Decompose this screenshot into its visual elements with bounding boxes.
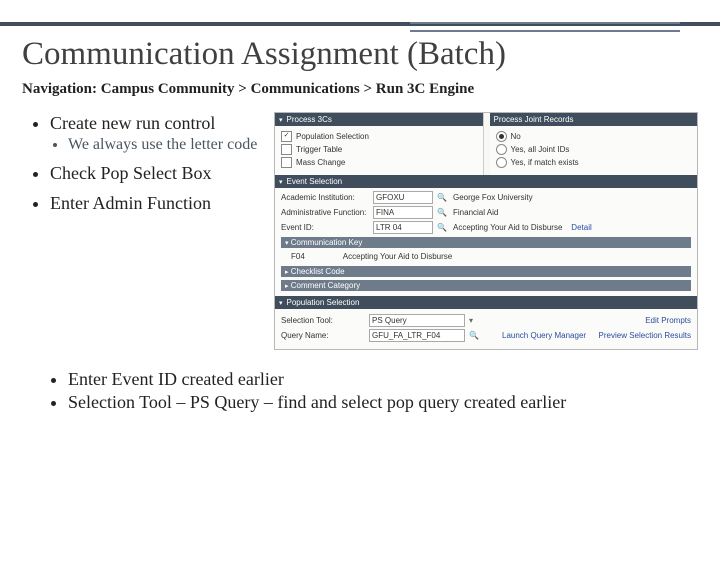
value-event-desc: Accepting Your Aid to Disburse: [453, 223, 562, 232]
slide-title: Communication Assignment (Batch): [0, 26, 720, 77]
value-admin-func-desc: Financial Aid: [453, 208, 691, 217]
radio-yes-if-match[interactable]: [496, 157, 507, 168]
section-event-selection: ▾ Event Selection: [275, 175, 697, 188]
comm-key-code: F04: [291, 252, 305, 261]
value-institution-desc: George Fox University: [453, 193, 691, 202]
label-population-selection: Population Selection: [296, 132, 369, 141]
collapse-icon[interactable]: ▾: [279, 299, 283, 307]
subsection-comment-category[interactable]: ▸ Comment Category: [281, 280, 691, 291]
app-screenshot: ▾ Process 3Cs ✓ Population Selection Tri…: [274, 112, 698, 350]
input-event-id[interactable]: LTR 04: [373, 221, 433, 234]
link-detail[interactable]: Detail: [571, 223, 591, 232]
subsection-communication-key[interactable]: ▾ Communication Key: [281, 237, 691, 248]
radio-yes-all[interactable]: [496, 144, 507, 155]
header-rule: [0, 22, 720, 26]
bullet-check-pop-select: Check Pop Select Box: [50, 162, 262, 185]
section-population-selection: ▾ Population Selection: [275, 296, 697, 309]
radio-no[interactable]: [496, 131, 507, 142]
section-process-3cs: ▾ Process 3Cs: [275, 113, 483, 126]
input-selection-tool[interactable]: PS Query: [369, 314, 465, 327]
subsection-checklist-code[interactable]: ▸ Checklist Code: [281, 266, 691, 277]
comm-key-desc: Accepting Your Aid to Disburse: [343, 252, 452, 261]
label-event-id: Event ID:: [281, 223, 369, 232]
input-admin-func[interactable]: FINA: [373, 206, 433, 219]
breadcrumb: Navigation: Campus Community > Communica…: [0, 77, 720, 112]
bullet-selection-tool-psquery: Selection Tool – PS Query – find and sel…: [68, 391, 698, 414]
lookup-icon[interactable]: 🔍: [437, 193, 449, 202]
label-mass-change: Mass Change: [296, 158, 345, 167]
link-launch-query[interactable]: Launch Query Manager: [502, 331, 586, 340]
input-institution[interactable]: GFOXU: [373, 191, 433, 204]
bullet-create-run-control: Create new run control We always use the…: [50, 112, 262, 156]
sub-bullet-letter-code: We always use the letter code: [68, 135, 262, 156]
checkbox-mass-change[interactable]: [281, 157, 292, 168]
input-query-name[interactable]: GFU_FA_LTR_F04: [369, 329, 465, 342]
collapse-icon[interactable]: ▾: [279, 178, 283, 186]
link-preview-results[interactable]: Preview Selection Results: [599, 331, 691, 340]
section-process-joint: Process Joint Records: [490, 113, 698, 126]
bullet-enter-event-id: Enter Event ID created earlier: [68, 368, 698, 391]
label-query-name: Query Name:: [281, 331, 365, 340]
bullet-enter-admin-func: Enter Admin Function: [50, 192, 262, 215]
label-institution: Academic Institution:: [281, 193, 369, 202]
label-selection-tool: Selection Tool:: [281, 316, 365, 325]
checkbox-trigger-table[interactable]: [281, 144, 292, 155]
lookup-icon[interactable]: 🔍: [437, 223, 449, 232]
checkbox-population-selection[interactable]: ✓: [281, 131, 292, 142]
link-edit-prompts[interactable]: Edit Prompts: [645, 316, 691, 325]
lookup-icon[interactable]: 🔍: [469, 331, 479, 340]
collapse-icon[interactable]: ▾: [279, 116, 283, 124]
lookup-icon[interactable]: 🔍: [437, 208, 449, 217]
lower-bullet-list: Enter Event ID created earlier Selection…: [0, 350, 720, 415]
left-bullet-list: Create new run control We always use the…: [32, 112, 262, 221]
dropdown-icon[interactable]: ▾: [469, 316, 473, 325]
label-admin-func: Administrative Function:: [281, 208, 369, 217]
label-trigger-table: Trigger Table: [296, 145, 342, 154]
